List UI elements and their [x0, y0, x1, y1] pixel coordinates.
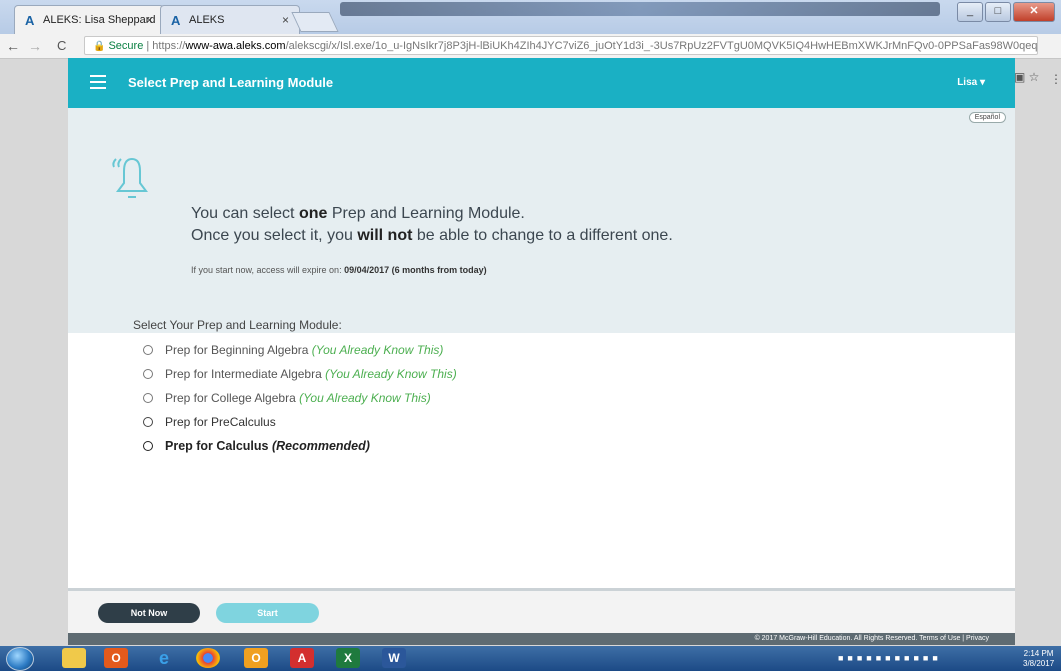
option-precalculus[interactable]: Prep for PreCalculus [143, 413, 457, 437]
bookmark-star-icon[interactable]: ▣ ☆ [1014, 70, 1039, 84]
file-explorer-icon[interactable] [62, 648, 86, 668]
minimize-icon[interactable]: _ [957, 2, 983, 22]
office-icon[interactable]: O [104, 648, 128, 668]
chrome-icon[interactable] [196, 648, 220, 668]
action-bar: Not Now Start [68, 588, 1015, 636]
url-prefix: https:// [152, 40, 186, 52]
user-menu[interactable]: Lisa ▾ [957, 77, 985, 88]
close-window-icon[interactable]: ✕ [1013, 2, 1055, 22]
aleks-favicon-icon: A [25, 13, 35, 28]
outlook-icon[interactable]: O [244, 648, 268, 668]
window-controls: _ □ ✕ [957, 2, 1055, 22]
back-arrow-icon[interactable]: ← [6, 38, 20, 54]
secure-label: Secure [108, 40, 144, 52]
windows-taskbar: O e O A X W ■■■■■■■■■■■ 2:14 PM 3/8/2017 [0, 646, 1061, 671]
bell-icon [112, 157, 148, 198]
tab-aleks-lisa[interactable]: A ALEKS: Lisa Sheppard × [14, 5, 164, 34]
close-tab-icon[interactable]: × [146, 13, 153, 27]
radio-button[interactable] [143, 369, 153, 379]
tab-aleks[interactable]: A ALEKS × [160, 5, 300, 34]
close-tab-icon[interactable]: × [282, 13, 289, 27]
language-button[interactable]: Español [968, 112, 1006, 123]
app-header: Select Prep and Learning Module Lisa ▾ [68, 58, 1015, 108]
notice-line-2: Once you select it, you will not be able… [191, 227, 673, 244]
forward-arrow-icon[interactable]: → [28, 38, 42, 54]
acrobat-icon[interactable]: A [290, 648, 314, 668]
expiration-note: If you start now, access will expire on:… [191, 265, 487, 275]
option-beginning-algebra[interactable]: Prep for Beginning Algebra (You Already … [143, 341, 457, 365]
background-window-title [340, 2, 940, 16]
selection-prompt: Select Your Prep and Learning Module: [133, 318, 342, 332]
option-college-algebra[interactable]: Prep for College Algebra (You Already Kn… [143, 389, 457, 413]
start-menu-icon[interactable] [6, 647, 34, 671]
option-intermediate-algebra[interactable]: Prep for Intermediate Algebra (You Alrea… [143, 365, 457, 389]
browser-tab-bar: A ALEKS: Lisa Sheppard × A ALEKS × _ □ ✕ [0, 0, 1061, 34]
word-icon[interactable]: W [382, 648, 406, 668]
option-calculus[interactable]: Prep for Calculus (Recommended) [143, 437, 457, 461]
module-options: Prep for Beginning Algebra (You Already … [143, 341, 457, 461]
notice-line-1: You can select one Prep and Learning Mod… [191, 205, 525, 222]
page-title: Select Prep and Learning Module [128, 75, 334, 90]
radio-button[interactable] [143, 417, 153, 427]
radio-button[interactable] [143, 441, 153, 451]
internet-explorer-icon[interactable]: e [152, 648, 176, 668]
aleks-page: Select Prep and Learning Module Lisa ▾ E… [68, 58, 1015, 636]
clock[interactable]: 2:14 PM 3/8/2017 [1023, 649, 1054, 669]
excel-icon[interactable]: X [336, 648, 360, 668]
new-tab-button[interactable] [291, 12, 339, 32]
not-now-button[interactable]: Not Now [98, 603, 200, 623]
tab-title: ALEKS [189, 14, 225, 26]
url-host: www-awa.aleks.com [185, 40, 286, 52]
url-field[interactable]: 🔒 Secure | https://www-awa.aleks.com/alek… [84, 36, 1038, 55]
system-tray-icons[interactable]: ■■■■■■■■■■■ [838, 653, 942, 663]
radio-button[interactable] [143, 393, 153, 403]
lock-icon: 🔒 [93, 41, 106, 52]
copyright-footer: © 2017 McGraw-Hill Education. All Rights… [68, 633, 1015, 645]
start-button[interactable]: Start [216, 603, 319, 623]
maximize-icon[interactable]: □ [985, 2, 1011, 22]
tab-title: ALEKS: Lisa Sheppard [43, 14, 156, 26]
address-bar-row: ← → C 🔒 Secure | https://www-awa.aleks.co… [0, 34, 1061, 86]
notice-panel: Español You can select one Prep and Lear… [68, 108, 1015, 333]
url-path: /alekscgi/x/Isl.exe/1o_u-IgNsIkr7j8P3jH-… [285, 40, 1038, 52]
hamburger-menu-icon[interactable] [90, 75, 106, 89]
browser-menu-icon[interactable]: ⋮ [1050, 72, 1061, 86]
aleks-favicon-icon: A [171, 13, 181, 28]
reload-icon[interactable]: C [57, 38, 66, 53]
radio-button[interactable] [143, 345, 153, 355]
